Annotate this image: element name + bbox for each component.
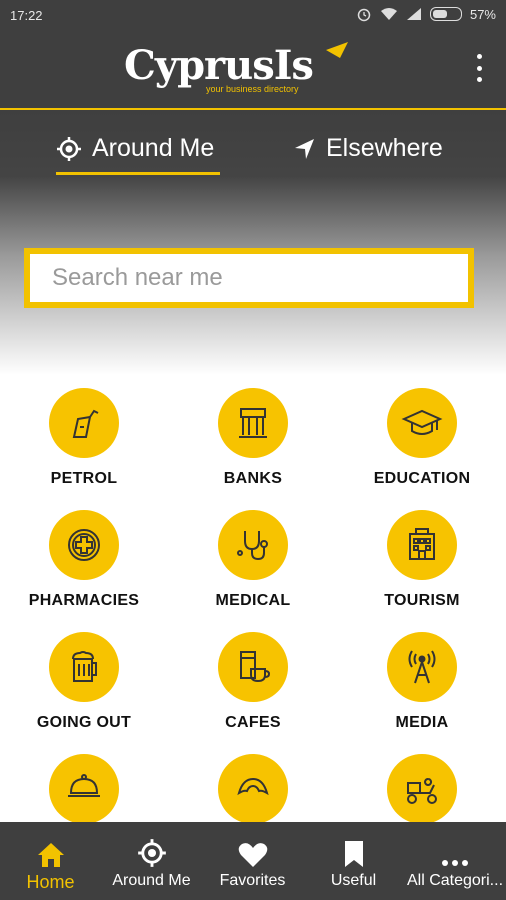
category-label: MEDICAL [215, 592, 291, 609]
category-label: GOING OUT [36, 714, 132, 731]
nav-all-categories[interactable]: All Categori... [404, 822, 506, 900]
nav-home-label: Home [26, 872, 75, 892]
category-label: TOURISM [384, 592, 460, 609]
battery-percent: 57% [469, 6, 496, 22]
stethoscope-icon [218, 510, 288, 580]
nav-around-me-label: Around Me [112, 872, 191, 889]
delivery-scooter-icon [387, 754, 457, 824]
pharmacy-cross-icon [49, 510, 119, 580]
category-going-out[interactable]: GOING OUT [0, 632, 168, 732]
nav-home[interactable]: Home [0, 822, 101, 900]
location-target-icon [137, 839, 166, 867]
category-label: CAFES [225, 714, 281, 731]
navigation-arrow-icon [295, 138, 314, 159]
heart-icon [238, 843, 267, 867]
category-label: PETROL [50, 470, 118, 487]
antenna-icon [387, 632, 457, 702]
tab-elsewhere[interactable]: Elsewhere [294, 134, 443, 163]
search-box[interactable] [24, 248, 474, 308]
bookmark-icon [344, 841, 363, 867]
category-banks[interactable]: BANKS [169, 388, 337, 488]
category-pharmacies[interactable]: PHARMACIES [0, 510, 168, 610]
battery-icon [429, 7, 462, 21]
bottom-navigation: Home Around Me Favorites Useful All Cate… [0, 822, 506, 900]
status-bar: 17:22 57% [0, 0, 506, 30]
app-logo: CyprusIs [124, 42, 314, 89]
home-icon [37, 843, 64, 867]
logo-arrow-icon [326, 42, 348, 58]
logo-text: CyprusIs [124, 42, 314, 89]
beer-mug-icon [49, 632, 119, 702]
category-cafes[interactable]: CAFES [169, 632, 337, 732]
signal-icon [406, 8, 421, 20]
nav-useful[interactable]: Useful [303, 822, 404, 900]
tab-elsewhere-label: Elsewhere [326, 134, 443, 162]
hero-area: Around Me Elsewhere [0, 110, 506, 375]
category-tourism[interactable]: TOURISM [338, 510, 506, 610]
nav-around-me[interactable]: Around Me [101, 822, 202, 900]
wifi-icon [380, 8, 397, 20]
tab-active-indicator [56, 172, 221, 175]
alarm-icon [357, 8, 371, 22]
tab-around-me-label: Around Me [92, 134, 215, 162]
nav-useful-label: Useful [330, 872, 377, 889]
hotel-icon [387, 510, 457, 580]
overflow-menu-icon[interactable] [474, 54, 484, 82]
category-label: BANKS [223, 470, 283, 487]
bank-icon [218, 388, 288, 458]
logo-tagline: your business directory [206, 84, 299, 94]
category-label: EDUCATION [373, 470, 471, 487]
status-time: 17:22 [10, 8, 43, 23]
fuel-pump-icon [49, 388, 119, 458]
croissant-icon [218, 754, 288, 824]
location-target-icon [57, 136, 81, 161]
graduation-cap-icon [387, 388, 457, 458]
category-media[interactable]: MEDIA [338, 632, 506, 732]
app-bar: CyprusIs your business directory [0, 30, 506, 110]
more-dots-icon [442, 860, 468, 866]
category-petrol[interactable]: PETROL [0, 388, 168, 488]
nav-favorites-label: Favorites [219, 872, 286, 889]
nav-favorites[interactable]: Favorites [202, 822, 303, 900]
category-medical[interactable]: MEDICAL [169, 510, 337, 610]
food-cloche-icon [49, 754, 119, 824]
coffee-cup-icon [218, 632, 288, 702]
nav-all-categories-label: All Categori... [406, 872, 504, 889]
tab-around-me[interactable]: Around Me [56, 134, 221, 175]
category-label: PHARMACIES [28, 592, 140, 609]
status-icons: 57% [356, 6, 496, 22]
search-input[interactable] [30, 254, 468, 302]
category-label: MEDIA [395, 714, 449, 731]
category-education[interactable]: EDUCATION [338, 388, 506, 488]
